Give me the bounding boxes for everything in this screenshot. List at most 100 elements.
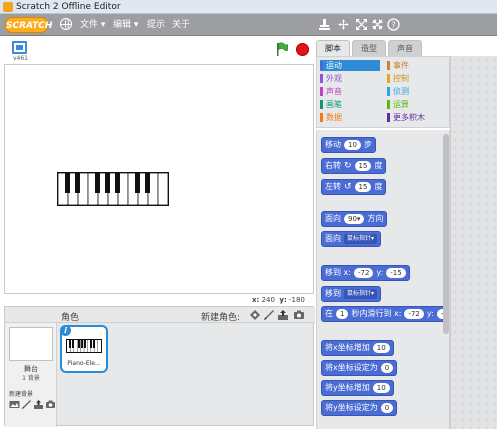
- scripts-area[interactable]: [450, 56, 497, 429]
- degrees-input[interactable]: 15: [354, 161, 372, 171]
- target-dropdown[interactable]: 鼠标指针▾: [344, 234, 378, 244]
- sprite-thumbnail[interactable]: i Piano-Ele...: [60, 325, 108, 373]
- category-operators[interactable]: 运算: [387, 99, 447, 110]
- block-label: 左转: [325, 182, 341, 191]
- block-change-y[interactable]: 将y坐标增加 10: [321, 380, 394, 396]
- block-point-in-direction[interactable]: 面向 90▾ 方向: [321, 211, 388, 227]
- block-label: 移动: [325, 140, 341, 149]
- block-goto-xy[interactable]: 移到 x: -72 y: -15: [321, 265, 410, 281]
- sprite-name: Piano-Ele...: [67, 360, 101, 367]
- shrink-icon[interactable]: [371, 18, 384, 31]
- duplicate-stamp-icon[interactable]: [318, 18, 331, 31]
- new-backdrop-label: 新建背景: [9, 391, 34, 398]
- app-icon: [3, 2, 13, 12]
- green-flag-icon[interactable]: [276, 42, 289, 56]
- camera-sprite-icon[interactable]: [293, 309, 305, 321]
- block-turn-left[interactable]: 左转 ↺ 15 度: [321, 179, 387, 195]
- palette-scrollbar[interactable]: [443, 134, 449, 334]
- block-label: 右转: [325, 161, 341, 170]
- block-label: 方向: [367, 214, 384, 223]
- block-label: 面向: [325, 234, 341, 243]
- stage-canvas[interactable]: [4, 64, 314, 294]
- language-globe-icon[interactable]: [60, 18, 72, 30]
- block-goto[interactable]: 移到 鼠标指针▾: [321, 286, 382, 302]
- category-sound[interactable]: 声音: [320, 86, 380, 97]
- steps-input[interactable]: 10: [344, 140, 361, 150]
- stage-column[interactable]: 舞台 1 背景 新建背景: [5, 323, 57, 427]
- target-dropdown[interactable]: 鼠标指针▾: [344, 289, 378, 299]
- blocks-palette: 移动 10 步 右转 ↻ 15 度 左转 ↺ 15 度 面向 90▾ 方向 面向…: [316, 130, 450, 429]
- category-more-blocks[interactable]: 更多积木: [387, 112, 447, 123]
- x-input[interactable]: -72: [404, 309, 424, 319]
- sprites-title: 角色: [61, 313, 80, 323]
- block-label: 移到 x:: [325, 268, 351, 277]
- menu-about[interactable]: 关于: [172, 19, 190, 31]
- paint-sprite-brush-icon[interactable]: [263, 309, 275, 321]
- camera-backdrop-icon[interactable]: [45, 399, 56, 410]
- backdrop-library-icon[interactable]: [9, 399, 20, 410]
- category-pen[interactable]: 画笔: [320, 99, 380, 110]
- cut-arrows-icon[interactable]: [337, 18, 350, 31]
- rotate-counterclockwise-icon: ↺: [344, 182, 352, 192]
- block-categories: 运动 事件 外观 控制 声音 侦测 画笔 运算 数据 更多积木: [316, 56, 450, 128]
- seconds-input[interactable]: 1: [336, 309, 349, 319]
- y-set-input[interactable]: 0: [380, 403, 394, 413]
- block-label: 步: [363, 140, 372, 149]
- tab-scripts[interactable]: 脚本: [316, 40, 350, 56]
- paint-backdrop-brush-icon[interactable]: [21, 399, 32, 410]
- piano-sprite[interactable]: [57, 172, 169, 206]
- block-move-steps[interactable]: 移动 10 步: [321, 137, 376, 153]
- degrees-input[interactable]: 15: [354, 182, 372, 192]
- menu-edit[interactable]: 编辑 ▾: [113, 19, 138, 31]
- block-set-x[interactable]: 将x坐标设定为 0: [321, 360, 398, 376]
- help-icon[interactable]: ?: [387, 18, 400, 31]
- tab-sounds[interactable]: 声音: [388, 40, 422, 56]
- fullscreen-icon[interactable]: [12, 41, 27, 54]
- direction-input[interactable]: 90▾: [344, 214, 365, 224]
- category-control[interactable]: 控制: [387, 73, 447, 84]
- y-change-input[interactable]: 10: [372, 383, 390, 393]
- x-change-input[interactable]: 10: [372, 343, 390, 353]
- block-label: 移到: [325, 289, 341, 298]
- tab-costumes[interactable]: 造型: [352, 40, 386, 56]
- editor-tabs: 脚本 造型 声音: [316, 40, 450, 56]
- block-label: 面向: [325, 214, 341, 223]
- upload-backdrop-icon[interactable]: [33, 399, 44, 410]
- x-set-input[interactable]: 0: [380, 363, 394, 373]
- category-data[interactable]: 数据: [320, 112, 380, 123]
- menu-bar: SCRATCH 文件 ▾ 编辑 ▾ 提示 关于 ?: [0, 14, 497, 36]
- choose-sprite-library-icon[interactable]: [249, 309, 261, 321]
- block-point-towards[interactable]: 面向 鼠标指针▾: [321, 231, 382, 247]
- rotate-clockwise-icon: ↻: [344, 161, 352, 171]
- mini-piano-image: [66, 339, 102, 353]
- block-change-x[interactable]: 将x坐标增加 10: [321, 340, 394, 356]
- block-label: 将y坐标增加: [325, 383, 370, 392]
- block-label: 将x坐标增加: [325, 343, 370, 352]
- stop-sign-icon[interactable]: [296, 43, 309, 56]
- window-title: Scratch 2 Offline Editor: [16, 2, 121, 12]
- upload-sprite-icon[interactable]: [277, 309, 289, 321]
- grow-icon[interactable]: [355, 18, 368, 31]
- window-title-bar: Scratch 2 Offline Editor: [0, 0, 497, 14]
- block-label: 秒内滑行到 x:: [351, 309, 402, 318]
- sprite-pane: 角色 新建角色: 舞台 1 背景 新建背景 i Piano-Ele...: [4, 306, 315, 427]
- backdrop-tools: [9, 399, 57, 411]
- menu-tips[interactable]: 提示: [147, 19, 165, 31]
- block-turn-right[interactable]: 右转 ↻ 15 度: [321, 158, 387, 174]
- scratch-logo[interactable]: SCRATCH: [5, 17, 52, 33]
- category-events[interactable]: 事件: [387, 60, 447, 71]
- category-looks[interactable]: 外观: [320, 73, 380, 84]
- mouse-coordinates: x: 240 y: -180: [252, 296, 305, 304]
- block-glide[interactable]: 在 1 秒内滑行到 x: -72 y: -1: [321, 306, 449, 322]
- block-set-y[interactable]: 将y坐标设定为 0: [321, 400, 398, 416]
- x-input[interactable]: -72: [353, 268, 374, 278]
- backdrop-count: 1 背景: [22, 375, 40, 382]
- menu-file[interactable]: 文件 ▾: [80, 19, 105, 31]
- category-motion[interactable]: 运动: [320, 60, 380, 71]
- category-sensing[interactable]: 侦测: [387, 86, 447, 97]
- sprite-info-icon[interactable]: i: [60, 325, 71, 336]
- stage-thumbnail[interactable]: [9, 327, 53, 361]
- y-input[interactable]: -15: [386, 268, 406, 278]
- sprite-pane-header: 角色 新建角色:: [5, 307, 315, 323]
- block-label: 在: [325, 309, 333, 318]
